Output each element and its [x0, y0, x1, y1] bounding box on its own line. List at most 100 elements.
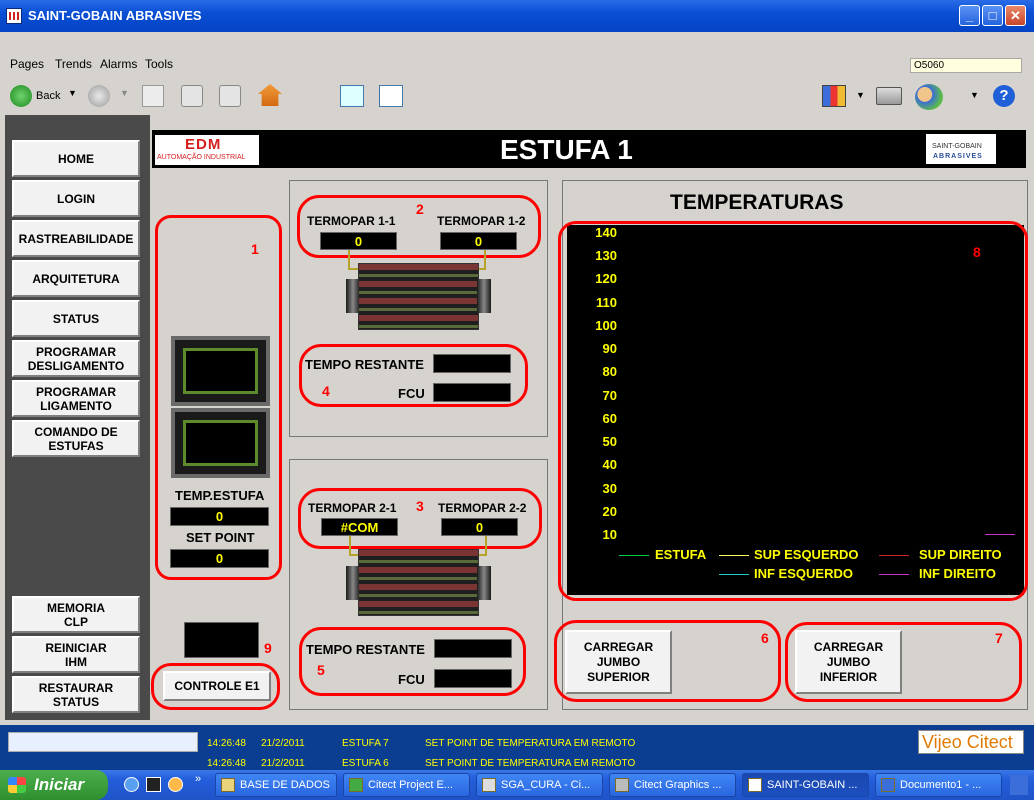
windows-flag-icon: [8, 777, 26, 793]
status-button[interactable]: STATUS: [12, 300, 140, 337]
zone2-fcu-value: [434, 669, 512, 688]
alarm-row-1-message: SET POINT DE TEMPERATURA EM REMOTO: [425, 738, 636, 749]
programar-ligamento-button[interactable]: PROGRAMAR LIGAMENTO: [12, 380, 140, 417]
annotation-number-9: 9: [264, 640, 272, 656]
zone1-tempo-restante-value: [433, 354, 511, 373]
edm-logo: EDM AUTOMAÇÃO INDUSTRIAL: [155, 135, 259, 165]
zone2-heater: [358, 549, 479, 616]
zone2-termopar1-label: TERMOPAR 2-1: [308, 501, 397, 515]
forward-dropdown-icon[interactable]: ▼: [120, 88, 129, 98]
help-icon[interactable]: ?: [993, 85, 1015, 107]
annotation-number-7: 7: [995, 630, 1003, 646]
annotation-number-3: 3: [416, 498, 424, 514]
window-titlebar: SAINT-GOBAIN ABRASIVES _ □ ✕: [0, 0, 1034, 32]
task-citect-project[interactable]: Citect Project E...: [343, 773, 470, 797]
trend-icon[interactable]: [340, 85, 364, 107]
annotation-number-5: 5: [317, 662, 325, 678]
next-page-icon[interactable]: [219, 85, 241, 107]
carregar-jumbo-superior-button[interactable]: CARREGAR JUMBO SUPERIOR: [565, 630, 672, 694]
back-dropdown-icon[interactable]: ▼: [68, 88, 77, 98]
window-title: SAINT-GOBAIN ABRASIVES: [28, 8, 202, 23]
task-base-de-dados[interactable]: BASE DE DADOS: [215, 773, 337, 797]
task-citect-graphics[interactable]: Citect Graphics ...: [609, 773, 736, 797]
forward-arrow-icon[interactable]: [88, 85, 110, 107]
start-label: Iniciar: [34, 775, 85, 794]
annotation-number-4: 4: [322, 383, 330, 399]
close-button[interactable]: ✕: [1005, 5, 1026, 26]
zone1-termopar2-value: 0: [440, 232, 517, 250]
maximize-button[interactable]: □: [982, 5, 1003, 26]
menu-trends[interactable]: Trends: [55, 57, 92, 71]
zone1-heater-right-cap: [477, 279, 491, 313]
sg-logo-top: SAINT-GOBAIN: [932, 143, 982, 150]
back-label[interactable]: Back: [36, 90, 60, 102]
tag-field[interactable]: O5060: [910, 58, 1022, 73]
saint-gobain-logo: SAINT-GOBAIN ABRASIVES: [926, 134, 996, 164]
zone2-termopar2-label: TERMOPAR 2-2: [438, 501, 527, 515]
tray-icon[interactable]: [1010, 775, 1028, 795]
ie-icon[interactable]: [124, 777, 139, 792]
annotation-number-6: 6: [761, 630, 769, 646]
quicklaunch-more-icon[interactable]: »: [195, 773, 201, 785]
restaurar-status-button[interactable]: RESTAURAR STATUS: [12, 676, 140, 713]
carregar-jumbo-inferior-button[interactable]: CARREGAR JUMBO INFERIOR: [795, 630, 902, 694]
login-button[interactable]: LOGIN: [12, 180, 140, 217]
zone2-termopar2-value: 0: [441, 518, 518, 536]
alarm-row-2-tag: ESTUFA 6: [342, 758, 389, 769]
vijeo-citect-logo: Vijeo Citect: [918, 730, 1024, 754]
controle-e1-button[interactable]: CONTROLE E1: [163, 671, 271, 701]
alarm-row-1-time: 14:26:48: [207, 738, 246, 749]
zone1-termopar1-value: 0: [320, 232, 397, 250]
rastreabilidade-button[interactable]: RASTREABILIDADE: [12, 220, 140, 257]
chart-title: TEMPERATURAS: [670, 191, 844, 214]
comando-estufas-button[interactable]: COMANDO DE ESTUFAS: [12, 420, 140, 457]
memoria-clp-button[interactable]: MEMORIA CLP: [12, 596, 140, 633]
home-icon[interactable]: [258, 84, 282, 106]
chart-tool-icon[interactable]: [822, 85, 846, 107]
alarm-row-2-date: 21/2/2011: [261, 758, 305, 769]
arquitetura-button[interactable]: ARQUITETURA: [12, 260, 140, 297]
task-documento1[interactable]: Documento1 - ...: [875, 773, 1002, 797]
page-icon[interactable]: [142, 85, 164, 107]
users-icon[interactable]: [915, 84, 943, 110]
minimize-button[interactable]: _: [959, 5, 980, 26]
users-dropdown-icon[interactable]: ▼: [970, 90, 979, 100]
alarm-row-2-message: SET POINT DE TEMPERATURA EM REMOTO: [425, 758, 636, 769]
alarm-summary-box[interactable]: [8, 732, 198, 752]
menu-tools[interactable]: Tools: [145, 57, 173, 71]
programar-desligamento-button[interactable]: PROGRAMAR DESLIGAMENTO: [12, 340, 140, 377]
reiniciar-ihm-button[interactable]: REINICIAR IHM: [12, 636, 140, 673]
menu-pages[interactable]: Pages: [10, 57, 44, 71]
annotation-number-2: 2: [416, 201, 424, 217]
media-icon[interactable]: [168, 777, 183, 792]
chart-dropdown-icon[interactable]: ▼: [856, 90, 865, 100]
annotation-oval-8: [558, 221, 1028, 601]
controle-status-display: [184, 622, 259, 658]
zone1-heater: [358, 263, 479, 330]
start-button[interactable]: Iniciar: [0, 770, 108, 800]
report-icon[interactable]: [379, 85, 403, 107]
quicklaunch-icon[interactable]: [146, 777, 161, 792]
annotation-oval-1: [155, 215, 282, 580]
alarm-row-1-date: 21/2/2011: [261, 738, 305, 749]
zone1-termopar2-label: TERMOPAR 1-2: [437, 214, 526, 228]
task-sga-cura[interactable]: SGA_CURA - Ci...: [476, 773, 603, 797]
zone2-tempo-restante-label: TEMPO RESTANTE: [306, 642, 425, 657]
zone1-termopar1-label: TERMOPAR 1-1: [307, 214, 396, 228]
prev-page-icon[interactable]: [181, 85, 203, 107]
back-arrow-icon[interactable]: [10, 85, 32, 107]
edm-logo-text: EDM: [185, 136, 222, 153]
zone2-fcu-label: FCU: [398, 672, 425, 687]
edm-logo-subtext: AUTOMAÇÃO INDUSTRIAL: [157, 154, 246, 161]
menu-alarms[interactable]: Alarms: [100, 57, 137, 71]
alarm-row-2-time: 14:26:48: [207, 758, 246, 769]
zone2-termopar1-value: #COM: [321, 518, 398, 536]
zone1-tempo-restante-label: TEMPO RESTANTE: [305, 357, 424, 372]
home-button[interactable]: HOME: [12, 140, 140, 177]
annotation-number-1: 1: [251, 241, 259, 257]
zone2-tempo-restante-value: [434, 639, 512, 658]
zone1-fcu-value: [433, 383, 511, 402]
task-saint-gobain[interactable]: SAINT-GOBAIN ...: [742, 773, 869, 797]
printer-icon[interactable]: [876, 87, 902, 105]
app-icon: [6, 8, 22, 24]
